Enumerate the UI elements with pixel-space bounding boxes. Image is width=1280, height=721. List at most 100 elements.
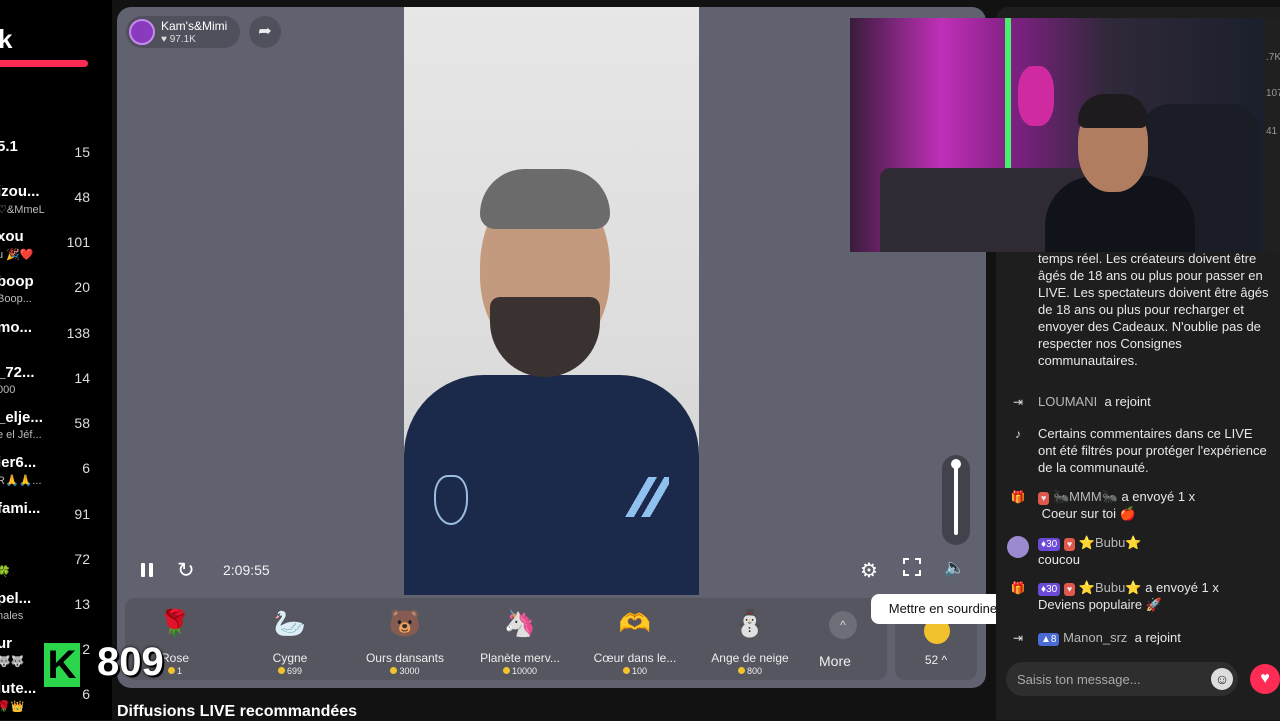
smiley-icon: ☺ xyxy=(1214,671,1230,687)
gift-item[interactable]: 🐻 Ours dansants 3000 xyxy=(355,598,455,680)
sidebar-live-item[interactable]: ier6... R🙏🙏... 6 xyxy=(0,454,112,494)
viewer-count: 14 xyxy=(74,370,90,386)
sidebar-item-name: xou xyxy=(0,228,24,245)
sidebar-live-item[interactable]: _elje... e el Jéf... 58 xyxy=(0,409,112,449)
gift-price-value: 100 xyxy=(631,666,648,676)
chat-body: coucou xyxy=(1038,552,1080,567)
gear-icon: ⚙ xyxy=(860,560,878,582)
chat-rules: a interagir avec d'autres personnes en t… xyxy=(1038,234,1269,368)
volume-slider[interactable] xyxy=(942,455,970,545)
host-avatar[interactable] xyxy=(129,19,155,45)
enter-icon: ⇥ xyxy=(1012,631,1024,645)
sidebar-live-item[interactable]: fami... 91 xyxy=(0,500,112,540)
expand-gifts-button[interactable]: ^ xyxy=(829,611,857,639)
sidebar-item-name: _72... xyxy=(0,364,35,381)
viewer-count: 15 xyxy=(74,144,90,160)
coin-icon xyxy=(390,667,398,674)
video-stream[interactable] xyxy=(404,7,699,595)
sidebar-item-name: izou... xyxy=(0,183,40,200)
gift-name: Cygne xyxy=(272,651,308,665)
gift-price: 3000 xyxy=(355,666,455,676)
mascot-figure xyxy=(1018,66,1054,126)
emoji-button[interactable]: ☺ xyxy=(1211,668,1233,690)
sidebar-live-item[interactable]: _72... 000 14 xyxy=(0,364,112,404)
streamer-hair xyxy=(1078,94,1148,128)
sidebar-live-item[interactable]: mo... 138 xyxy=(0,319,112,359)
chat-body: a envoyé 1 x xyxy=(1121,489,1196,504)
jacket-collar xyxy=(522,375,580,415)
time-readout: 2:09:55 xyxy=(223,562,270,578)
coin-icon xyxy=(737,667,745,674)
sidebar-item-sub: 000 xyxy=(0,384,16,396)
share-button[interactable]: ➦ xyxy=(249,16,281,48)
gift-price-value: 1 xyxy=(176,666,182,676)
logo: k xyxy=(0,24,13,54)
chat-username[interactable]: LOUMANI xyxy=(1038,394,1097,409)
sidebar-item-name: boop xyxy=(0,273,34,290)
gift-price-value: 800 xyxy=(746,666,763,676)
volume-knob[interactable] xyxy=(951,459,961,469)
sidebar-live-item[interactable]: xou u 🎉❤️ 101 xyxy=(0,228,112,268)
sidebar-item-sub: 🐺🐺 xyxy=(0,656,25,668)
host-info[interactable]: Kam's&Mimi ♥ 97.1K xyxy=(126,16,240,48)
viewer-count: 72 xyxy=(74,551,90,567)
unicorn-icon: 🦄 xyxy=(503,608,537,638)
mute-button[interactable]: 🔈 xyxy=(944,558,966,580)
chat-username[interactable]: 🐜MMM🐜 xyxy=(1053,489,1118,504)
gift-name: Ange de neige xyxy=(711,651,789,665)
chat-body: a envoyé 1 x xyxy=(1145,580,1219,595)
viewer-count: 58 xyxy=(74,415,90,431)
rose-icon: 🌹 xyxy=(158,608,192,638)
sidebar-live-item[interactable]: izou... ♡&MmeL 48 xyxy=(0,183,112,223)
sidebar-item-name: lute... xyxy=(0,680,37,697)
chat-username[interactable]: ⭐Bubu⭐ xyxy=(1079,580,1142,595)
sidebar-item-name: pel... xyxy=(0,590,32,607)
user-avatar[interactable] xyxy=(1007,536,1029,558)
message-input[interactable] xyxy=(1006,662,1238,696)
heart-icon: ♥ xyxy=(1260,670,1270,687)
enter-icon: ⇥ xyxy=(1012,395,1024,409)
sidebar-item-name: ier6... xyxy=(0,454,37,471)
gift-price-value: 699 xyxy=(286,666,303,676)
fan-badge: ♥ xyxy=(1063,583,1076,596)
sidebar-live-item[interactable]: 5.1 15 xyxy=(0,138,112,178)
pause-button[interactable] xyxy=(137,560,157,580)
viewer-count: 6 xyxy=(82,686,90,702)
fullscreen-button[interactable] xyxy=(903,558,921,576)
host-name: Kam's&Mimi xyxy=(161,19,228,33)
gift-item[interactable]: 🦄 Planète merv... 10000 xyxy=(470,598,570,680)
gift-item[interactable]: ⛄ Ange de neige 800 xyxy=(700,598,800,680)
webcam-overlay xyxy=(850,18,1265,252)
sidebar-item-sub: Boop... xyxy=(0,293,32,305)
refresh-button[interactable]: ↻ xyxy=(177,558,195,583)
sidebar-live-item[interactable]: 🍀 72 xyxy=(0,545,112,585)
club-crest xyxy=(434,475,468,525)
settings-button[interactable]: ⚙ xyxy=(860,558,878,583)
level-badge: ♦30 xyxy=(1038,583,1061,596)
gift-bar: 🌹 Rose 1 🦢 Cygne 699 🐻 Ours dansants 300… xyxy=(125,598,887,680)
more-gifts-button[interactable]: More xyxy=(819,653,851,669)
gift-item[interactable]: 🦢 Cygne 699 xyxy=(240,598,340,680)
viewer-count: 48 xyxy=(74,189,90,205)
gift-name: Coeur sur toi 🍎 xyxy=(1041,506,1136,521)
sidebar-item-name: ur xyxy=(0,635,12,652)
viewer-count: 20 xyxy=(74,279,90,295)
coin-icon xyxy=(167,667,175,674)
gift-item[interactable]: 🫶 Cœur dans le... 100 xyxy=(585,598,685,680)
recommended-title: Diffusions LIVE recommandées xyxy=(117,703,358,720)
like-button[interactable]: ♥ xyxy=(1250,664,1280,694)
gift-name: Cœur dans le... xyxy=(593,651,677,665)
viewer-count: 138 xyxy=(66,325,90,341)
chat-username[interactable]: ⭐Bubu⭐ xyxy=(1079,535,1142,550)
sidebar-live-item[interactable]: pel... nales 13 xyxy=(0,590,112,630)
gift-price: 100 xyxy=(585,666,685,676)
viewer-count: 101 xyxy=(66,234,90,250)
gift-icon: 🎁 xyxy=(1010,490,1026,504)
chat-text: ▲8 Manon_srz a rejoint xyxy=(1038,629,1274,646)
chat-body: a rejoint xyxy=(1104,394,1151,409)
gift-name: Deviens populaire 🚀 xyxy=(1038,597,1162,612)
sidebar-live-item[interactable]: boop Boop... 20 xyxy=(0,273,112,313)
gift-price-value: 10000 xyxy=(511,666,538,676)
chat-username[interactable]: Manon_srz xyxy=(1063,630,1127,645)
edge-number: 107 xyxy=(1266,88,1280,99)
